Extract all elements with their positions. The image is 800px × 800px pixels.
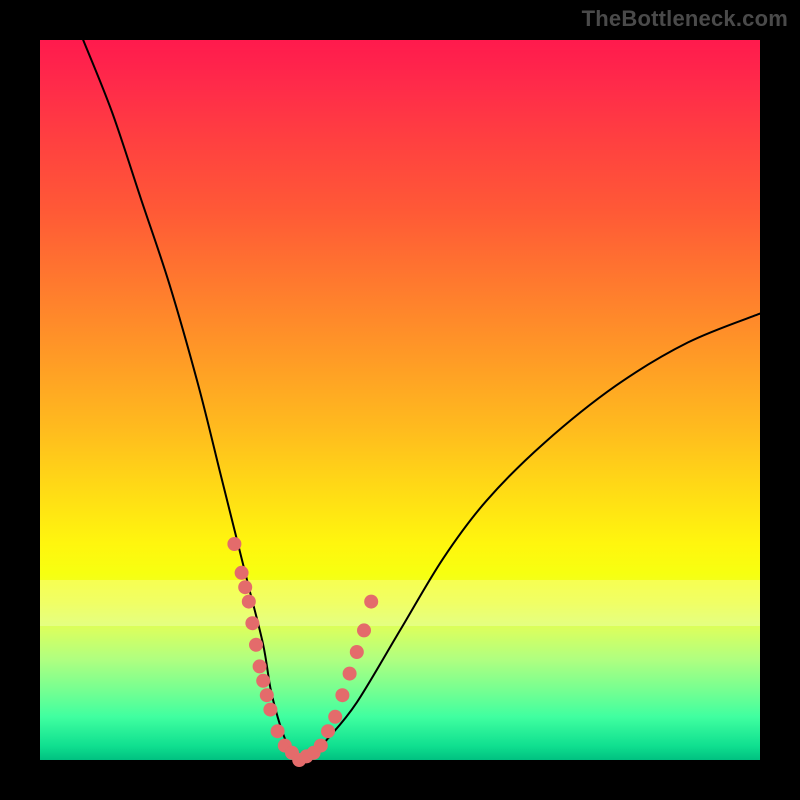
highlight-dot (263, 703, 277, 717)
highlight-dot (235, 566, 249, 580)
highlight-dot (227, 537, 241, 551)
highlight-dot (343, 667, 357, 681)
highlight-dot (364, 595, 378, 609)
highlight-dot (245, 616, 259, 630)
highlight-dot (253, 659, 267, 673)
highlight-dot (271, 724, 285, 738)
curve-layer (40, 40, 760, 760)
highlight-dot (256, 674, 270, 688)
highlight-dot (242, 595, 256, 609)
highlight-dot (328, 710, 342, 724)
highlight-dot (335, 688, 349, 702)
watermark-text: TheBottleneck.com (582, 6, 788, 32)
highlight-dot (249, 638, 263, 652)
highlight-dot (314, 739, 328, 753)
highlight-dots (227, 537, 378, 767)
plot-area (40, 40, 760, 760)
highlight-dot (260, 688, 274, 702)
highlight-dot (357, 623, 371, 637)
bottleneck-curve (83, 40, 760, 760)
highlight-dot (238, 580, 252, 594)
chart-frame: TheBottleneck.com (0, 0, 800, 800)
highlight-dot (321, 724, 335, 738)
highlight-dot (350, 645, 364, 659)
